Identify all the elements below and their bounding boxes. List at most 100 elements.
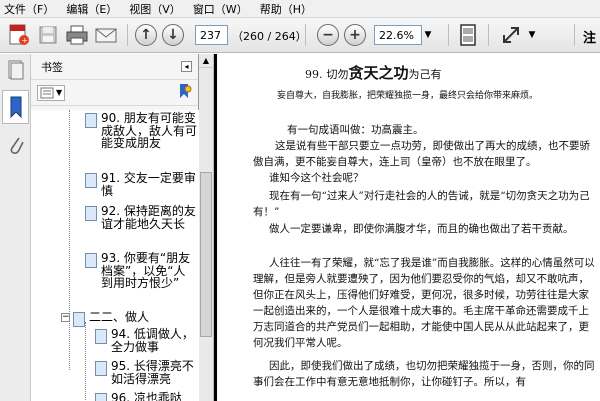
full-screen-button[interactable] xyxy=(498,23,524,47)
bookmark-label: 92. 保持距离的友谊才能地久天长 xyxy=(101,204,196,231)
zoom-out-button[interactable]: − xyxy=(316,23,340,47)
save-icon xyxy=(39,26,57,44)
heading-prefix: 切勿 xyxy=(326,68,349,81)
bookmark-label: 二二、做人 xyxy=(89,310,150,324)
paragraph: 现在有一句“过来人”对行走社会的人的告诫，就是“切勿贪天之功为己有！” xyxy=(253,190,590,218)
panel-title: 书签 xyxy=(41,60,63,74)
bookmark-group[interactable]: − 二二、做人 xyxy=(61,311,185,327)
heading-main: 贪天之功 xyxy=(348,64,409,82)
svg-text:+: + xyxy=(22,36,29,45)
paragraph: 人往往一有了荣耀，就“忘了我是谁”而自我膨胀。这样的心情虽然可以理解，但是旁人就… xyxy=(253,257,595,349)
bookmark-item[interactable]: 91. 交友一定要审慎 xyxy=(85,172,197,197)
bookmark-tree: 90. 朋友有可能变成敌人，敌人有可能变成朋友 91. 交友一定要审慎 92. … xyxy=(31,110,199,401)
page-bookmark-icon xyxy=(85,113,97,128)
toolbar-separator xyxy=(488,24,489,46)
minus-icon: − xyxy=(317,24,339,46)
zoom-input[interactable] xyxy=(374,25,422,45)
page-bookmark-icon xyxy=(85,253,97,268)
full-screen-dropdown[interactable]: ▼ xyxy=(526,23,538,47)
heading-suffix: 为己有 xyxy=(408,68,442,81)
expand-bookmark-button[interactable] xyxy=(176,83,192,102)
bookmark-label: 94. 低调做人，全力做事 xyxy=(111,327,194,354)
page-bookmark-icon xyxy=(95,393,107,401)
printer-icon xyxy=(66,25,88,45)
page-heading: 99. 切勿 贪天之功 为己有 xyxy=(305,62,442,83)
bookmark-scrollbar[interactable]: ▲ xyxy=(199,54,214,401)
menu-edit[interactable]: 编辑（E） xyxy=(66,1,117,17)
email-button[interactable] xyxy=(93,23,119,47)
scroll-up-arrow[interactable]: ▲ xyxy=(199,54,213,68)
toolbar-separator xyxy=(448,24,449,46)
create-pdf-icon: + xyxy=(9,24,29,45)
bookmark-item[interactable]: 92. 保持距离的友谊才能地久天长 xyxy=(85,205,197,230)
zoom-in-button[interactable]: + xyxy=(343,23,367,47)
paragraph: 做人一定要谦卑，即使你满腹才华，而且的确也做出了若干贡献。 xyxy=(269,223,574,235)
bookmark-options-button[interactable]: ▼ xyxy=(37,84,66,101)
bookmark-label: 91. 交友一定要审慎 xyxy=(101,171,196,198)
annotation-label[interactable]: 注 xyxy=(583,27,596,46)
create-pdf-button[interactable]: + xyxy=(6,23,32,47)
bookmark-item[interactable]: 96. 凉也乖哒 xyxy=(95,392,195,401)
pages-tab[interactable] xyxy=(7,60,25,83)
heading-number: 99. xyxy=(305,68,323,81)
bookmark-search-icon xyxy=(180,84,192,98)
menu-help[interactable]: 帮助（H） xyxy=(260,1,312,17)
paragraph: 谁知今这个社会呢？ xyxy=(269,172,364,184)
zoom-dropdown[interactable]: ▼ xyxy=(422,23,434,47)
bookmark-item[interactable]: 95. 长得漂亮不如活得漂亮 xyxy=(95,360,195,385)
fit-page-button[interactable] xyxy=(456,23,480,47)
toolbar: + ↑ ↓ （260 / 264） − + ▼ ▼ 注 xyxy=(0,18,600,53)
collapse-toggle[interactable]: − xyxy=(61,313,70,322)
previous-page-button[interactable]: ↑ xyxy=(134,23,158,47)
bookmark-label: 90. 朋友有可能变成敌人，敌人有可能变成朋友 xyxy=(101,111,198,150)
toolbar-separator xyxy=(305,24,306,46)
toolbar-separator xyxy=(127,24,128,46)
arrow-down-icon: ↓ xyxy=(162,24,184,46)
chevron-left-icon: ◂ xyxy=(184,62,189,71)
paragraph: 妄自尊大，自我膨胀，把荣耀独揽一身，最终只会给你带来麻烦。 xyxy=(277,91,539,101)
print-button[interactable] xyxy=(64,23,90,47)
chevron-down-icon: ▼ xyxy=(528,30,536,40)
navigation-strip xyxy=(0,54,31,401)
bookmarks-tab[interactable] xyxy=(2,90,29,124)
page-number-input[interactable] xyxy=(195,25,228,45)
bookmark-item[interactable]: 94. 低调做人，全力做事 xyxy=(95,328,195,353)
tree-guide-line xyxy=(69,110,70,370)
menu-view[interactable]: 视图（V） xyxy=(129,1,181,17)
next-page-button[interactable]: ↓ xyxy=(161,23,185,47)
save-button[interactable] xyxy=(36,23,60,47)
toolbar-separator xyxy=(574,24,575,46)
page-bookmark-icon xyxy=(95,361,107,376)
paperclip-icon xyxy=(10,137,24,154)
page-count: （260 / 264） xyxy=(232,30,307,43)
paragraph: 有一句成语叫做：功高震主。 xyxy=(287,124,424,136)
expand-arrows-icon xyxy=(503,27,519,43)
page-bookmark-icon xyxy=(95,329,107,344)
pages-icon xyxy=(8,60,24,80)
envelope-icon xyxy=(95,28,117,43)
bookmark-icon xyxy=(10,96,21,118)
bookmark-item[interactable]: 90. 朋友有可能变成敌人，敌人有可能变成朋友 xyxy=(85,112,197,150)
bookmark-item[interactable]: 93. 你要有“朋友档案”，以免“人到用时方恨少” xyxy=(85,252,197,290)
plus-icon: + xyxy=(344,24,366,46)
menu-bar: 文件（F） 编辑（E） 视图（V） 窗口（W） 帮助（H） xyxy=(0,0,600,18)
options-icon xyxy=(40,87,54,98)
page-bookmark-icon xyxy=(85,173,97,188)
paragraph: 这是说有些干部只要立一点功劳，即使做出了再大的成绩，也不要骄傲自满，更不能妄自尊… xyxy=(253,140,590,168)
bookmark-label: 96. 凉也乖哒 xyxy=(111,391,182,401)
page-bookmark-icon xyxy=(85,206,97,221)
menu-file[interactable]: 文件（F） xyxy=(4,1,54,17)
arrow-up-icon: ↑ xyxy=(135,24,157,46)
menu-window[interactable]: 窗口（W） xyxy=(193,1,248,17)
chevron-down-icon: ▼ xyxy=(56,88,63,97)
attachments-tab[interactable] xyxy=(7,134,25,159)
collapse-panel-button[interactable]: ◂ xyxy=(181,61,192,72)
chevron-down-icon: ▼ xyxy=(424,30,432,40)
panel-header: 书签 ◂ xyxy=(31,54,198,80)
tree-guide-line xyxy=(85,322,86,401)
panel-toolbar: ▼ xyxy=(31,80,198,106)
scroll-thumb[interactable] xyxy=(200,172,212,337)
bookmarks-panel: 书签 ◂ ▼ 90. 朋友有可能变成敌人，敌人有可能变成朋友 91. 交友一定要… xyxy=(31,54,199,401)
fit-page-icon xyxy=(460,24,476,46)
paragraph: 因此，即使我们做出了成绩，也切勿把荣耀独揽于一身，否则，你的同事们会在工作中有意… xyxy=(253,360,595,388)
